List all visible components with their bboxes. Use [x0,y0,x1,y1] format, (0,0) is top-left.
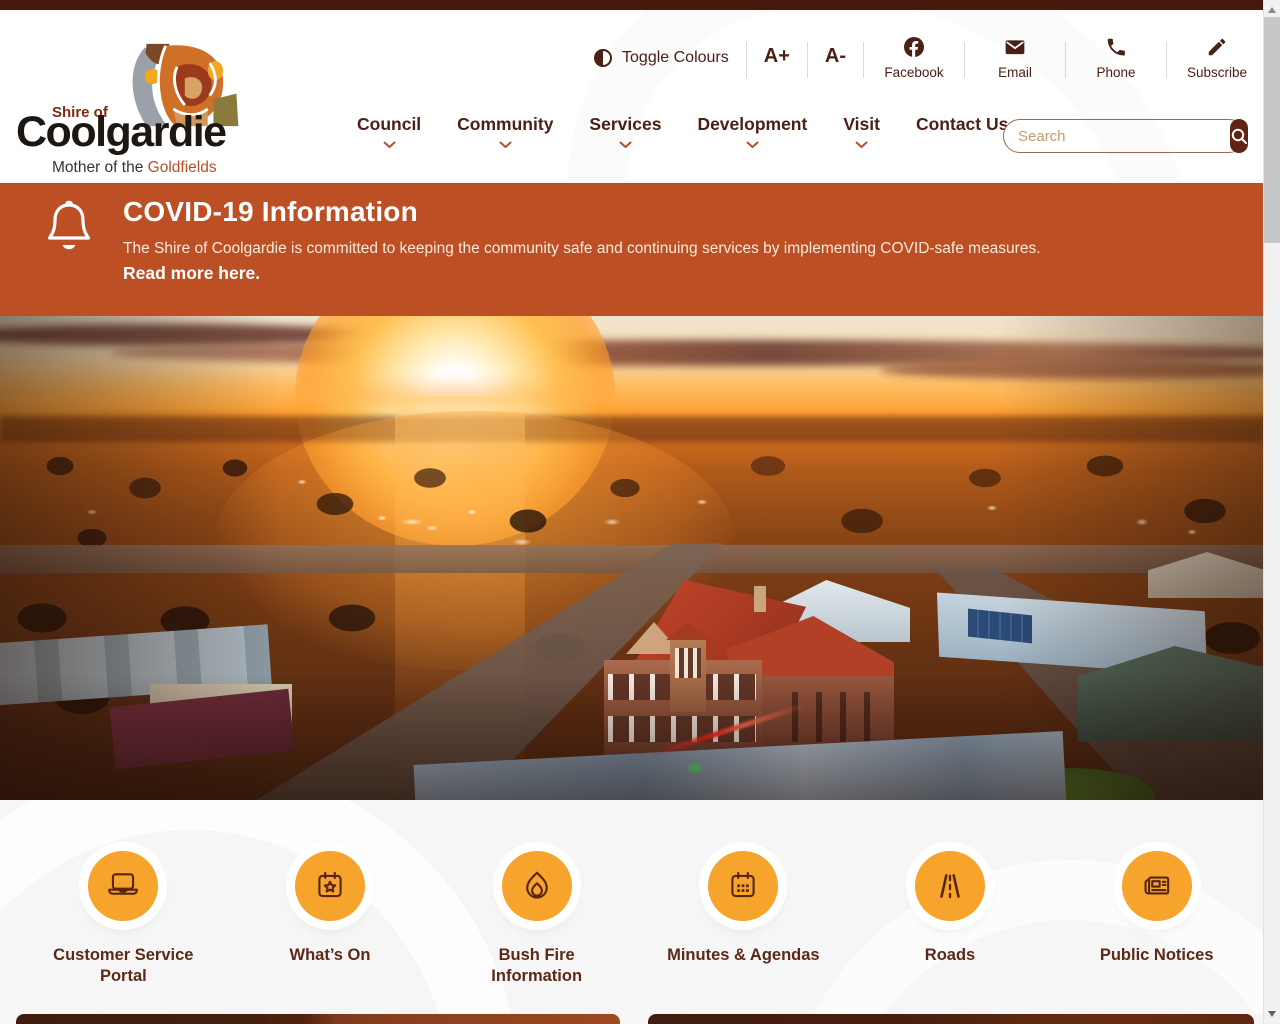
quick-link-customer-service-portal[interactable]: Customer Service Portal [20,851,227,987]
subscribe-link[interactable]: Subscribe [1184,36,1250,80]
facebook-icon [903,36,925,58]
vertical-scrollbar[interactable] [1263,0,1280,1024]
site-search [1003,119,1246,153]
scrollbar-down-arrow[interactable] [1268,1011,1276,1017]
email-link[interactable]: Email [982,36,1048,80]
phone-icon [1105,36,1127,58]
newspaper-icon [1139,868,1175,904]
quick-link-whats-on[interactable]: What’s On [227,851,434,987]
top-accent-bar [0,0,1280,10]
utility-bar: Toggle Colours A+ A- Facebook Email [593,36,1250,80]
calendar-grid-icon [725,868,761,904]
scrollbar-up-arrow[interactable] [1268,7,1276,13]
alert-message: The Shire of Coolgardie is committed to … [123,240,1041,258]
divider [746,42,747,78]
toggle-colours-button[interactable]: Toggle Colours [593,36,729,68]
quick-links-row: Customer Service Portal What’s On [20,851,1260,987]
divider [1065,42,1066,78]
font-increase-button[interactable]: A+ [764,36,790,68]
contrast-icon [593,48,613,68]
site-header: Shire of Coolgardie Mother of the Goldfi… [0,10,1280,183]
covid-alert-banner: COVID-19 Information The Shire of Coolga… [0,183,1280,316]
alert-title: COVID-19 Information [123,196,418,228]
flame-icon [519,868,555,904]
laptop-icon [105,868,141,904]
main-nav: Council Community Services Development V… [357,114,1008,149]
nav-item-community[interactable]: Community [457,114,553,149]
divider [964,42,965,78]
logo-tagline: Mother of the Goldfields [52,159,217,177]
search-input[interactable] [1004,120,1231,152]
news-card-left[interactable] [16,1014,620,1024]
search-icon [1230,127,1248,145]
email-icon [1004,36,1026,58]
site-logo[interactable]: Shire of Coolgardie Mother of the Goldfi… [16,40,276,180]
quick-link-bush-fire-information[interactable]: Bush Fire Information [433,851,640,987]
phone-link[interactable]: Phone [1083,36,1149,80]
quick-link-minutes-agendas[interactable]: Minutes & Agendas [640,851,847,987]
divider [1166,42,1167,78]
logo-name: Coolgardie [16,108,226,157]
quick-links-section: Customer Service Portal What’s On [0,800,1280,1014]
bell-icon [46,198,92,256]
scrollbar-thumb[interactable] [1264,17,1280,243]
divider [863,42,864,78]
chevron-down-icon [855,141,868,149]
nav-item-development[interactable]: Development [697,114,807,149]
search-button[interactable] [1230,119,1248,153]
quick-link-public-notices[interactable]: Public Notices [1053,851,1260,987]
nav-item-contact-us[interactable]: Contact Us [916,114,1008,149]
font-decrease-button[interactable]: A- [825,36,846,68]
quick-link-roads[interactable]: Roads [847,851,1054,987]
chevron-down-icon [619,141,632,149]
chevron-down-icon [499,141,512,149]
calendar-star-icon [312,868,348,904]
hero-image [0,316,1280,800]
news-card-right[interactable] [648,1014,1254,1024]
nav-item-services[interactable]: Services [589,114,661,149]
nav-item-visit[interactable]: Visit [843,114,880,149]
chevron-down-icon [746,141,759,149]
logo-tagline-highlight: Goldfields [148,159,217,176]
pencil-icon [1206,36,1228,58]
alert-read-more-link[interactable]: Read more here. [123,263,260,284]
facebook-link[interactable]: Facebook [881,36,947,80]
page: Shire of Coolgardie Mother of the Goldfi… [0,0,1280,1024]
road-icon [932,868,968,904]
nav-item-council[interactable]: Council [357,114,421,149]
divider [807,42,808,78]
chevron-down-icon [383,141,396,149]
